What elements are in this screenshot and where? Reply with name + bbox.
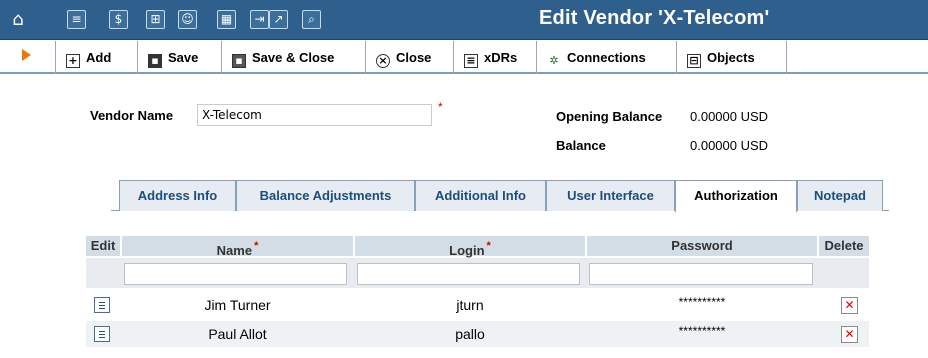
connections-icon: ✲ — [549, 54, 559, 67]
export-icon[interactable]: ⇥ — [250, 10, 269, 29]
login-required-marker: * — [486, 240, 491, 252]
column-header-login[interactable]: Login * — [355, 236, 585, 258]
connections-label: Connections — [567, 50, 646, 65]
title-bar: ⌂ ≡ $ ⊞ ☺ ▦ ⇥ ↗ ⌕ Edit Vendor 'X-Telecom… — [0, 0, 928, 40]
chart-icon[interactable]: ↗ — [269, 10, 288, 29]
column-header-name[interactable]: Name * — [122, 236, 353, 258]
dollar-icon[interactable]: $ — [109, 10, 128, 29]
row-password: ********** — [678, 295, 726, 309]
floppy-icon: ▪ — [148, 54, 162, 68]
vendor-name-label: Vendor Name — [90, 108, 174, 123]
person-icon[interactable]: ☺ — [178, 10, 197, 29]
add-label: Add — [86, 50, 112, 65]
delete-icon[interactable]: ✕ — [841, 326, 858, 343]
tab-user-interface[interactable]: User Interface — [546, 180, 675, 211]
balance-label: Balance — [556, 138, 606, 153]
row-login: pallo — [455, 326, 485, 342]
balance-value: 0.00000 USD — [690, 138, 769, 153]
objects-label: Objects — [707, 50, 755, 65]
row-password: ********** — [678, 324, 726, 338]
opening-balance-label: Opening Balance — [556, 109, 663, 124]
delete-icon[interactable]: ✕ — [841, 297, 858, 314]
tab-address-info[interactable]: Address Info — [119, 180, 236, 211]
required-marker: * — [438, 100, 443, 114]
close-circle-icon: × — [376, 54, 390, 68]
name-required-marker: * — [254, 240, 259, 252]
edit-icon[interactable] — [94, 326, 110, 342]
close-button[interactable]: × Close — [366, 41, 454, 74]
save-button[interactable]: ▪ Save — [138, 41, 222, 74]
name-filter-input[interactable] — [124, 263, 347, 285]
edit-icon[interactable] — [94, 297, 110, 313]
save-label: Save — [168, 50, 199, 65]
login-header-label: Login — [449, 243, 485, 258]
column-header-delete: Delete — [819, 236, 869, 256]
xdrs-button[interactable]: ≡ xDRs — [454, 41, 537, 74]
connections-button[interactable]: ✲ Connections — [537, 41, 677, 74]
table-row: Paul Allot pallo ********** ✕ — [86, 321, 869, 347]
column-header-edit: Edit — [86, 236, 120, 256]
list-icon[interactable]: ≡ — [67, 10, 86, 29]
table-row: Jim Turner jturn ********** ✕ — [86, 292, 869, 318]
toolbar-arrow-cell — [0, 41, 56, 74]
password-filter-input[interactable] — [589, 263, 813, 285]
save-close-label: Save & Close — [252, 50, 335, 65]
close-label: Close — [396, 50, 432, 65]
login-filter-input[interactable] — [357, 263, 580, 285]
save-close-button[interactable]: ▪ Save & Close — [222, 41, 366, 74]
document-icon: ≡ — [464, 54, 478, 68]
tab-authorization[interactable]: Authorization — [675, 180, 797, 212]
page-title: Edit Vendor 'X-Telecom' — [539, 7, 770, 29]
objects-button[interactable]: ⊟ Objects — [677, 41, 787, 74]
objects-icon: ⊟ — [687, 54, 701, 68]
add-button[interactable]: + Add — [56, 41, 138, 74]
search-icon[interactable]: ⌕ — [302, 10, 321, 29]
xdrs-label: xDRs — [484, 50, 518, 65]
play-arrow-icon — [22, 49, 31, 61]
tab-additional-info[interactable]: Additional Info — [415, 180, 546, 211]
module-icon[interactable]: ▦ — [217, 10, 236, 29]
name-header-label: Name — [216, 243, 253, 258]
row-name: Paul Allot — [208, 326, 267, 342]
tab-notepad[interactable]: Notepad — [797, 180, 883, 211]
tab-balance-adjustments[interactable]: Balance Adjustments — [236, 180, 415, 211]
column-header-password: Password — [587, 236, 817, 256]
row-login: jturn — [456, 297, 484, 313]
plus-icon: + — [66, 54, 80, 68]
vendor-name-input[interactable]: X-Telecom — [197, 104, 432, 126]
home-icon[interactable]: ⌂ — [7, 9, 29, 31]
grid-icon[interactable]: ⊞ — [146, 10, 165, 29]
toolbar: + Add ▪ Save ▪ Save & Close × Close ≡ xDRs ✲ C… — [0, 41, 928, 74]
floppy-close-icon: ▪ — [232, 54, 246, 68]
opening-balance-value: 0.00000 USD — [690, 109, 769, 124]
row-name: Jim Turner — [204, 297, 271, 313]
